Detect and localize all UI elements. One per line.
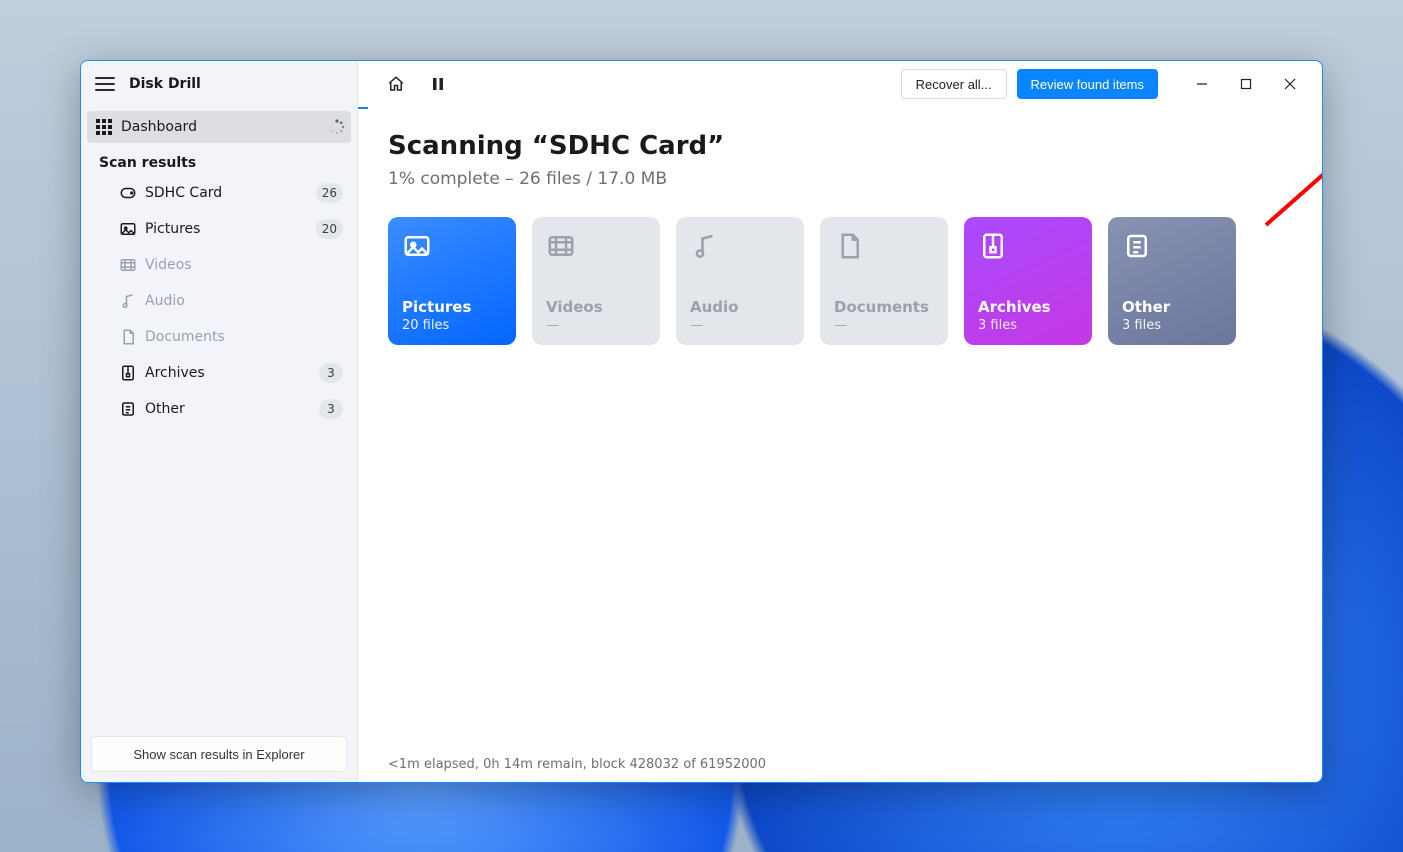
- scan-subtitle: 1% complete – 26 files / 17.0 MB: [388, 169, 1292, 189]
- sidebar-item-audio[interactable]: Audio: [81, 283, 357, 319]
- toolbar-left: [364, 68, 456, 100]
- archive-icon: [978, 231, 1008, 261]
- count-badge: 3: [319, 399, 343, 419]
- card-label: Pictures: [402, 298, 502, 316]
- pause-icon: [431, 77, 445, 91]
- archive-icon: [119, 364, 137, 382]
- card-videos[interactable]: Videos —: [532, 217, 660, 345]
- other-icon: [1122, 231, 1152, 261]
- minimize-icon: [1196, 78, 1208, 90]
- sidebar-item-label: Videos: [145, 257, 192, 273]
- sidebar-item-label: Documents: [145, 329, 225, 345]
- count-badge: 26: [316, 183, 343, 203]
- app-title: Disk Drill: [129, 76, 201, 92]
- progress-bar: [358, 107, 1322, 109]
- document-icon: [119, 328, 137, 346]
- image-icon: [119, 220, 137, 238]
- card-count: 3 files: [978, 318, 1078, 333]
- card-archives[interactable]: Archives 3 files: [964, 217, 1092, 345]
- document-icon: [834, 231, 864, 261]
- toolbar-right: Recover all... Review found items: [901, 68, 1316, 100]
- count-badge: 20: [316, 219, 343, 239]
- card-count: 20 files: [402, 318, 502, 333]
- card-audio[interactable]: Audio —: [676, 217, 804, 345]
- close-icon: [1284, 78, 1296, 90]
- status-bar: <1m elapsed, 0h 14m remain, block 428032…: [358, 746, 1322, 782]
- card-label: Videos: [546, 298, 646, 316]
- sidebar-footer: Show scan results in Explorer: [81, 726, 357, 782]
- sidebar-item-label: Archives: [145, 365, 205, 381]
- review-found-items-button[interactable]: Review found items: [1017, 69, 1158, 99]
- card-documents[interactable]: Documents —: [820, 217, 948, 345]
- other-icon: [119, 400, 137, 418]
- nav-dashboard[interactable]: Dashboard: [87, 111, 351, 143]
- disk-icon: [119, 184, 137, 202]
- main: Recover all... Review found items: [358, 61, 1322, 782]
- scan-title: Scanning “SDHC Card”: [388, 131, 1292, 161]
- sidebar-item-label: SDHC Card: [145, 185, 222, 201]
- sidebar-header: Disk Drill: [81, 61, 357, 107]
- sidebar-list: SDHC Card 26 Pictures 20 Videos Audio Document…: [81, 175, 357, 427]
- sidebar-item-sdhc-card[interactable]: SDHC Card 26: [81, 175, 357, 211]
- video-icon: [546, 231, 576, 261]
- home-button[interactable]: [378, 68, 414, 100]
- card-count: —: [546, 318, 646, 333]
- pause-button[interactable]: [420, 68, 456, 100]
- sidebar-item-label: Other: [145, 401, 185, 417]
- sidebar: Disk Drill Dashboard Scan results SDHC C…: [81, 61, 358, 782]
- window-controls: [1180, 68, 1312, 100]
- audio-icon: [690, 231, 720, 261]
- card-count: 3 files: [1122, 318, 1222, 333]
- close-button[interactable]: [1268, 68, 1312, 100]
- card-label: Archives: [978, 298, 1078, 316]
- sidebar-item-videos[interactable]: Videos: [81, 247, 357, 283]
- category-cards: Pictures20 filesVideos—Audio—Documents—A…: [388, 217, 1292, 345]
- card-other[interactable]: Other 3 files: [1108, 217, 1236, 345]
- home-icon: [387, 75, 405, 93]
- audio-icon: [119, 292, 137, 310]
- menu-icon[interactable]: [95, 77, 115, 91]
- card-count: —: [834, 318, 934, 333]
- maximize-icon: [1240, 78, 1252, 90]
- card-count: —: [690, 318, 790, 333]
- spinner-icon: [329, 119, 345, 135]
- sidebar-item-label: Audio: [145, 293, 185, 309]
- card-label: Audio: [690, 298, 790, 316]
- app-window: Disk Drill Dashboard Scan results SDHC C…: [80, 60, 1323, 783]
- sidebar-item-other[interactable]: Other 3: [81, 391, 357, 427]
- grid-icon: [95, 118, 113, 136]
- sidebar-nav: Dashboard: [81, 107, 357, 143]
- sidebar-item-archives[interactable]: Archives 3: [81, 355, 357, 391]
- status-text: <1m elapsed, 0h 14m remain, block 428032…: [388, 757, 766, 772]
- sidebar-section-title: Scan results: [81, 143, 357, 175]
- video-icon: [119, 256, 137, 274]
- minimize-button[interactable]: [1180, 68, 1224, 100]
- sidebar-item-documents[interactable]: Documents: [81, 319, 357, 355]
- toolbar: Recover all... Review found items: [358, 61, 1322, 107]
- image-icon: [402, 231, 432, 261]
- sidebar-item-label: Pictures: [145, 221, 200, 237]
- card-label: Other: [1122, 298, 1222, 316]
- maximize-button[interactable]: [1224, 68, 1268, 100]
- sidebar-item-pictures[interactable]: Pictures 20: [81, 211, 357, 247]
- nav-dashboard-label: Dashboard: [121, 119, 197, 135]
- card-label: Documents: [834, 298, 934, 316]
- show-in-explorer-button[interactable]: Show scan results in Explorer: [91, 736, 347, 772]
- recover-all-button[interactable]: Recover all...: [901, 69, 1007, 99]
- progress-fill: [358, 107, 368, 109]
- card-pictures[interactable]: Pictures 20 files: [388, 217, 516, 345]
- content: Scanning “SDHC Card” 1% complete – 26 fi…: [358, 109, 1322, 746]
- count-badge: 3: [319, 363, 343, 383]
